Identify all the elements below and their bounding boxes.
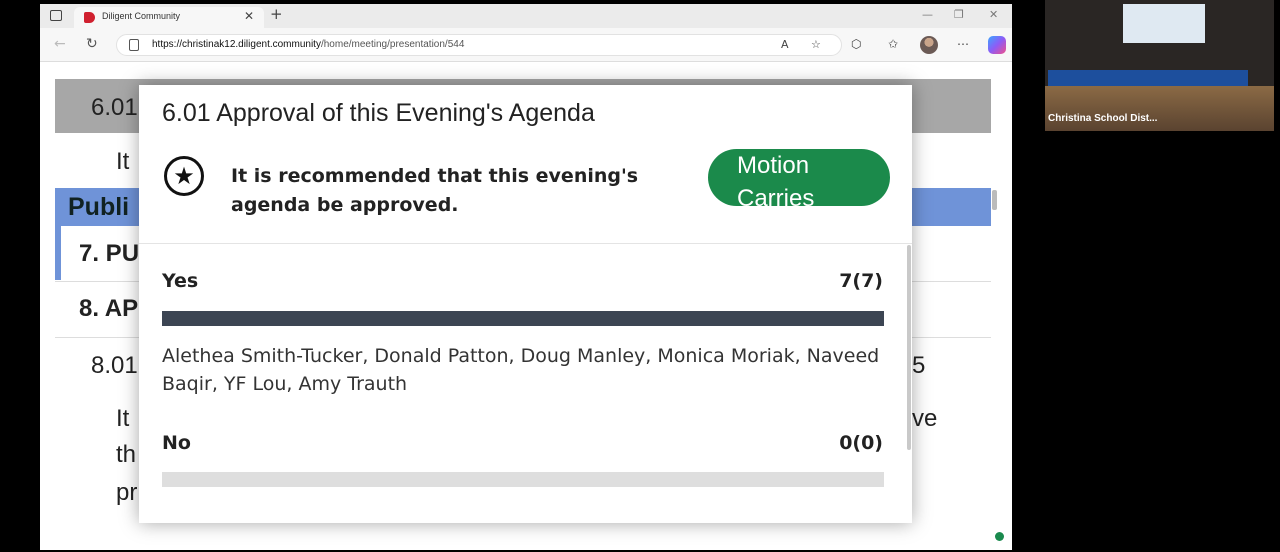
tab-title: Diligent Community (102, 11, 181, 21)
more-menu-icon[interactable]: ⋯ (957, 37, 969, 51)
video-feed-thumbnail[interactable]: Christina School Dist... (1045, 0, 1274, 131)
close-tab-icon[interactable]: ✕ (244, 9, 254, 23)
motion-status-line1: Motion (737, 152, 810, 179)
yes-count: 7(7) (839, 270, 883, 292)
no-count: 0(0) (839, 432, 883, 454)
bg-item-6-01: 6.01 (91, 94, 138, 121)
url-host: https://christinak12.diligent.community (152, 39, 321, 50)
yes-voters-list: Alethea Smith-Tucker, Donald Patton, Dou… (162, 345, 880, 395)
close-window-icon[interactable]: ✕ (989, 8, 998, 21)
yes-bar (162, 311, 884, 326)
stage-floor (1045, 86, 1274, 131)
motion-header: ★ It is recommended that this evening's … (139, 140, 912, 244)
bg-item-7: 7. PU (79, 240, 140, 267)
bg-item-8-01-right: 5 (912, 352, 926, 379)
vote-result-modal: 6.01 Approval of this Evening's Agenda ★… (139, 85, 912, 523)
live-status-dot (995, 532, 1004, 541)
bg-para-th: th (116, 441, 137, 468)
no-label: No (162, 432, 191, 454)
page-content: 6.01 It Publi 7. PU 8. AP 8.01 5 It th p… (40, 62, 1012, 550)
browser-toolbar: ← ↻ https://christinak12.diligent.commun… (40, 28, 1012, 62)
url-text: https://christinak12.diligent.community/… (152, 39, 464, 50)
copilot-icon[interactable] (988, 36, 1006, 54)
bg-public-heading: Publi (68, 193, 130, 221)
projector-screen (1123, 4, 1205, 43)
lock-icon (129, 39, 139, 51)
motion-status-line2: Carries (737, 185, 815, 212)
video-feed-label: Christina School Dist... (1048, 113, 1158, 124)
bg-para-pr: pr (116, 479, 138, 506)
modal-title: 6.01 Approval of this Evening's Agenda (162, 99, 595, 127)
back-icon[interactable]: ← (54, 36, 66, 52)
new-tab-icon[interactable]: + (270, 5, 283, 23)
diligent-favicon-icon (84, 12, 95, 23)
url-path: /home/meeting/presentation/544 (320, 39, 465, 50)
browser-window: Diligent Community ✕ + — ❐ ✕ ← ↻ https:/… (40, 4, 1012, 550)
bg-para-it: It (116, 405, 130, 432)
extensions-icon[interactable]: ⬡ (851, 37, 861, 51)
favorite-star-icon[interactable]: ☆ (811, 38, 821, 51)
section-marker (55, 226, 61, 280)
no-bar (162, 472, 884, 487)
bg-item-8: 8. AP (79, 295, 139, 322)
profile-avatar[interactable] (920, 36, 938, 54)
board-table (1048, 70, 1248, 86)
bg-para-right: ve (912, 405, 938, 432)
minimize-icon[interactable]: — (922, 8, 933, 21)
bg-it-line: It (116, 148, 130, 175)
modal-scrollbar[interactable] (907, 245, 911, 450)
star-circle-icon: ★ (164, 156, 204, 196)
tab-bar: Diligent Community ✕ + — ❐ ✕ (40, 4, 1012, 28)
recommendation-text: It is recommended that this evening's ag… (231, 165, 639, 216)
refresh-icon[interactable]: ↻ (86, 36, 98, 52)
page-scrollbar[interactable] (992, 190, 997, 210)
motion-status-badge: Motion Carries (708, 149, 890, 212)
address-bar[interactable]: https://christinak12.diligent.community/… (116, 34, 842, 56)
restore-icon[interactable]: ❐ (954, 8, 964, 21)
favorites-icon[interactable]: ✩ (888, 37, 898, 51)
browser-tab[interactable]: Diligent Community ✕ (74, 7, 264, 28)
sidebar-toggle-icon[interactable] (50, 10, 62, 21)
read-aloud-icon[interactable]: A (781, 38, 789, 51)
bg-item-8-01: 8.01 (91, 352, 138, 379)
yes-label: Yes (162, 270, 199, 292)
yes-bar-fill (162, 311, 884, 326)
